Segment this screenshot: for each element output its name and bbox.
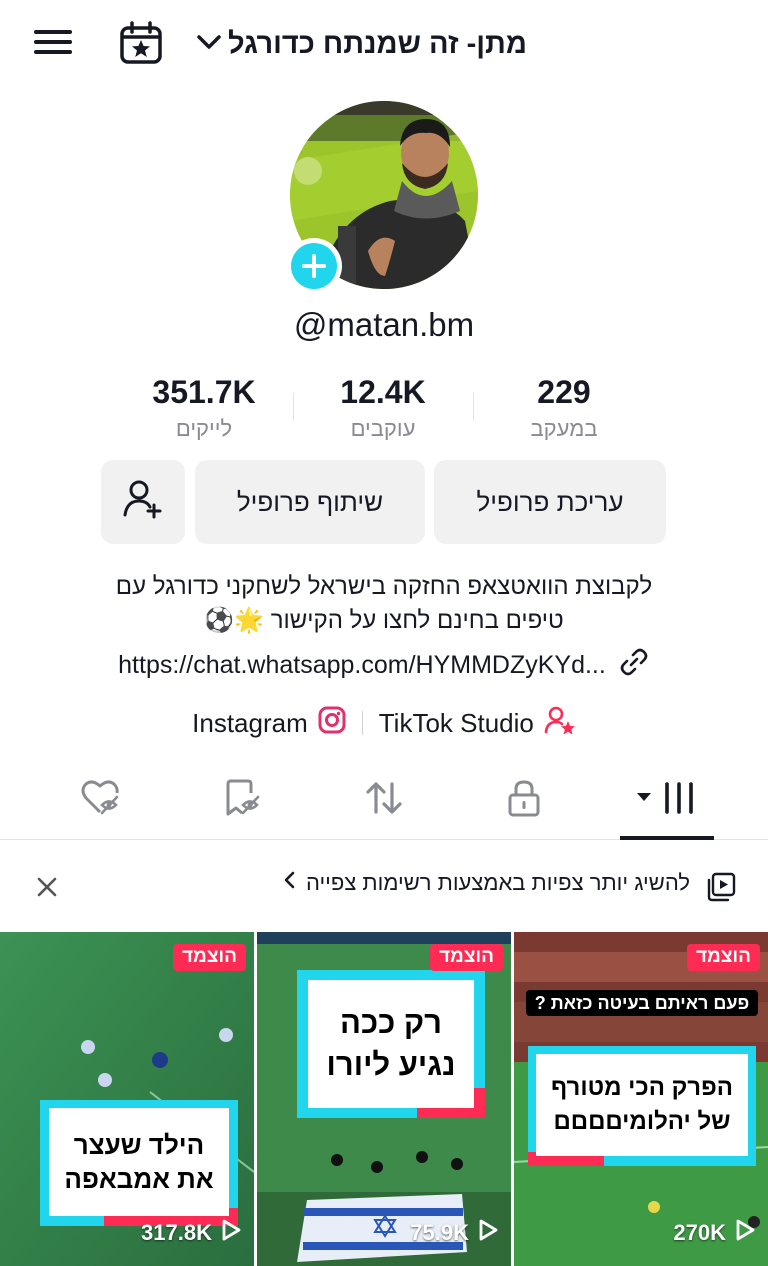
- active-tab-indicator: [620, 836, 714, 840]
- pinned-badge: הוצמד: [687, 944, 760, 971]
- likes-stat[interactable]: 351.7K לייקים: [114, 372, 294, 446]
- following-stat[interactable]: 229 במעקב: [474, 372, 654, 446]
- video-caption: הילד שעצר את אמבאפה: [49, 1108, 229, 1216]
- playlist-banner-text-wrap: להשיג יותר צפיות באמצעות רשימות צפייה: [282, 870, 690, 896]
- play-icon: [734, 1218, 756, 1248]
- video-caption: רק ככה נגיע ליורו: [308, 980, 474, 1108]
- playlist-banner-text: להשיג יותר צפיות באמצעות רשימות צפייה: [305, 870, 690, 895]
- view-count: 75.9K: [410, 1218, 499, 1248]
- tiktok-studio-label: TikTok Studio: [378, 707, 534, 738]
- close-icon[interactable]: [34, 874, 60, 900]
- following-count: 229: [537, 374, 591, 410]
- share-profile-button[interactable]: שיתוף פרופיל: [195, 460, 425, 544]
- tiktok-studio-link[interactable]: TikTok Studio: [379, 705, 576, 742]
- user-star-icon: [544, 705, 576, 742]
- view-count: 270K: [673, 1218, 756, 1248]
- repost-icon: [362, 778, 406, 823]
- instagram-icon: [318, 706, 346, 741]
- top-bar: מתן- זה שמנתח כדורגל: [0, 0, 768, 86]
- followers-count: 12.4K: [340, 374, 426, 410]
- play-icon: [220, 1218, 242, 1248]
- calendar-star-icon[interactable]: [118, 20, 164, 66]
- plus-icon: [291, 243, 337, 289]
- video-grid: הילד שעצר את אמבאפה הוצמד 317.8K רק ככה …: [0, 932, 768, 1266]
- link-icon: [618, 646, 650, 685]
- social-links: Instagram TikTok Studio: [0, 704, 768, 742]
- play-icon: [477, 1218, 499, 1248]
- likes-label: לייקים: [175, 416, 233, 441]
- video-tile[interactable]: פעם ראיתם בעיטה כזאת ? הפרק הכי מטורף של…: [514, 932, 768, 1266]
- following-label: במעקב: [530, 416, 598, 441]
- grid-icon: [635, 778, 699, 823]
- add-photo-button[interactable]: [286, 238, 342, 294]
- hamburger-menu-icon[interactable]: [34, 26, 76, 58]
- bio: לקבוצת הוואטצאפ החזקה בישראל לשחקני כדור…: [40, 570, 728, 638]
- bio-link-text: https://chat.whatsapp.com/HYMMDZyKYd...: [118, 650, 606, 679]
- pinned-badge: הוצמד: [173, 944, 246, 971]
- view-count: 317.8K: [141, 1218, 242, 1248]
- video-tile[interactable]: רק ככה נגיע ליורו הוצמד 75.9K: [257, 932, 511, 1266]
- instagram-label: Instagram: [192, 707, 308, 738]
- view-count-text: 317.8K: [141, 1220, 212, 1245]
- edit-profile-button[interactable]: עריכת פרופיל: [434, 460, 666, 544]
- tab-private[interactable]: [500, 776, 548, 824]
- tab-liked[interactable]: [78, 776, 126, 824]
- bio-line: לקבוצת הוואטצאפ החזקה בישראל לשחקני כדור…: [115, 573, 653, 600]
- account-switcher[interactable]: מתן- זה שמנתח כדורגל: [196, 24, 527, 64]
- account-name: מתן- זה שמנתח כדורגל: [228, 27, 527, 60]
- followers-stat[interactable]: 12.4K עוקבים: [293, 372, 473, 446]
- add-user-icon: [121, 477, 165, 528]
- followers-label: עוקבים: [350, 416, 416, 441]
- divider: [473, 393, 474, 421]
- bio-line: טיפים בחינם לחצו על הקישור 🌟⚽: [204, 607, 564, 634]
- tab-reposts[interactable]: [360, 776, 408, 824]
- tab-favorites[interactable]: [218, 776, 266, 824]
- heart-hidden-icon: [80, 778, 124, 823]
- playlist-icon: [706, 872, 736, 902]
- view-count-text: 270K: [673, 1220, 726, 1245]
- video-top-caption: פעם ראיתם בעיטה כזאת ?: [526, 990, 758, 1016]
- likes-count: 351.7K: [152, 374, 256, 410]
- divider: [361, 711, 363, 735]
- bookmark-hidden-icon: [220, 778, 264, 823]
- pinned-badge: הוצמד: [430, 944, 503, 971]
- video-tile[interactable]: הילד שעצר את אמבאפה הוצמד 317.8K: [0, 932, 254, 1266]
- profile-tabs: [0, 760, 768, 840]
- video-caption: הפרק הכי מטורף של יהלומיםםםם: [536, 1054, 748, 1156]
- chevron-down-icon: [196, 32, 222, 57]
- username: @matan.bm: [293, 306, 475, 343]
- instagram-link[interactable]: Instagram: [192, 706, 346, 741]
- view-count-text: 75.9K: [410, 1220, 469, 1245]
- tab-videos[interactable]: [632, 776, 702, 824]
- add-friend-button[interactable]: [101, 460, 185, 544]
- playlist-banner[interactable]: להשיג יותר צפיות באמצעות רשימות צפייה: [0, 856, 768, 918]
- lock-icon: [504, 778, 544, 823]
- chevron-left-icon: [282, 870, 296, 896]
- bio-link[interactable]: https://chat.whatsapp.com/HYMMDZyKYd...: [0, 646, 768, 684]
